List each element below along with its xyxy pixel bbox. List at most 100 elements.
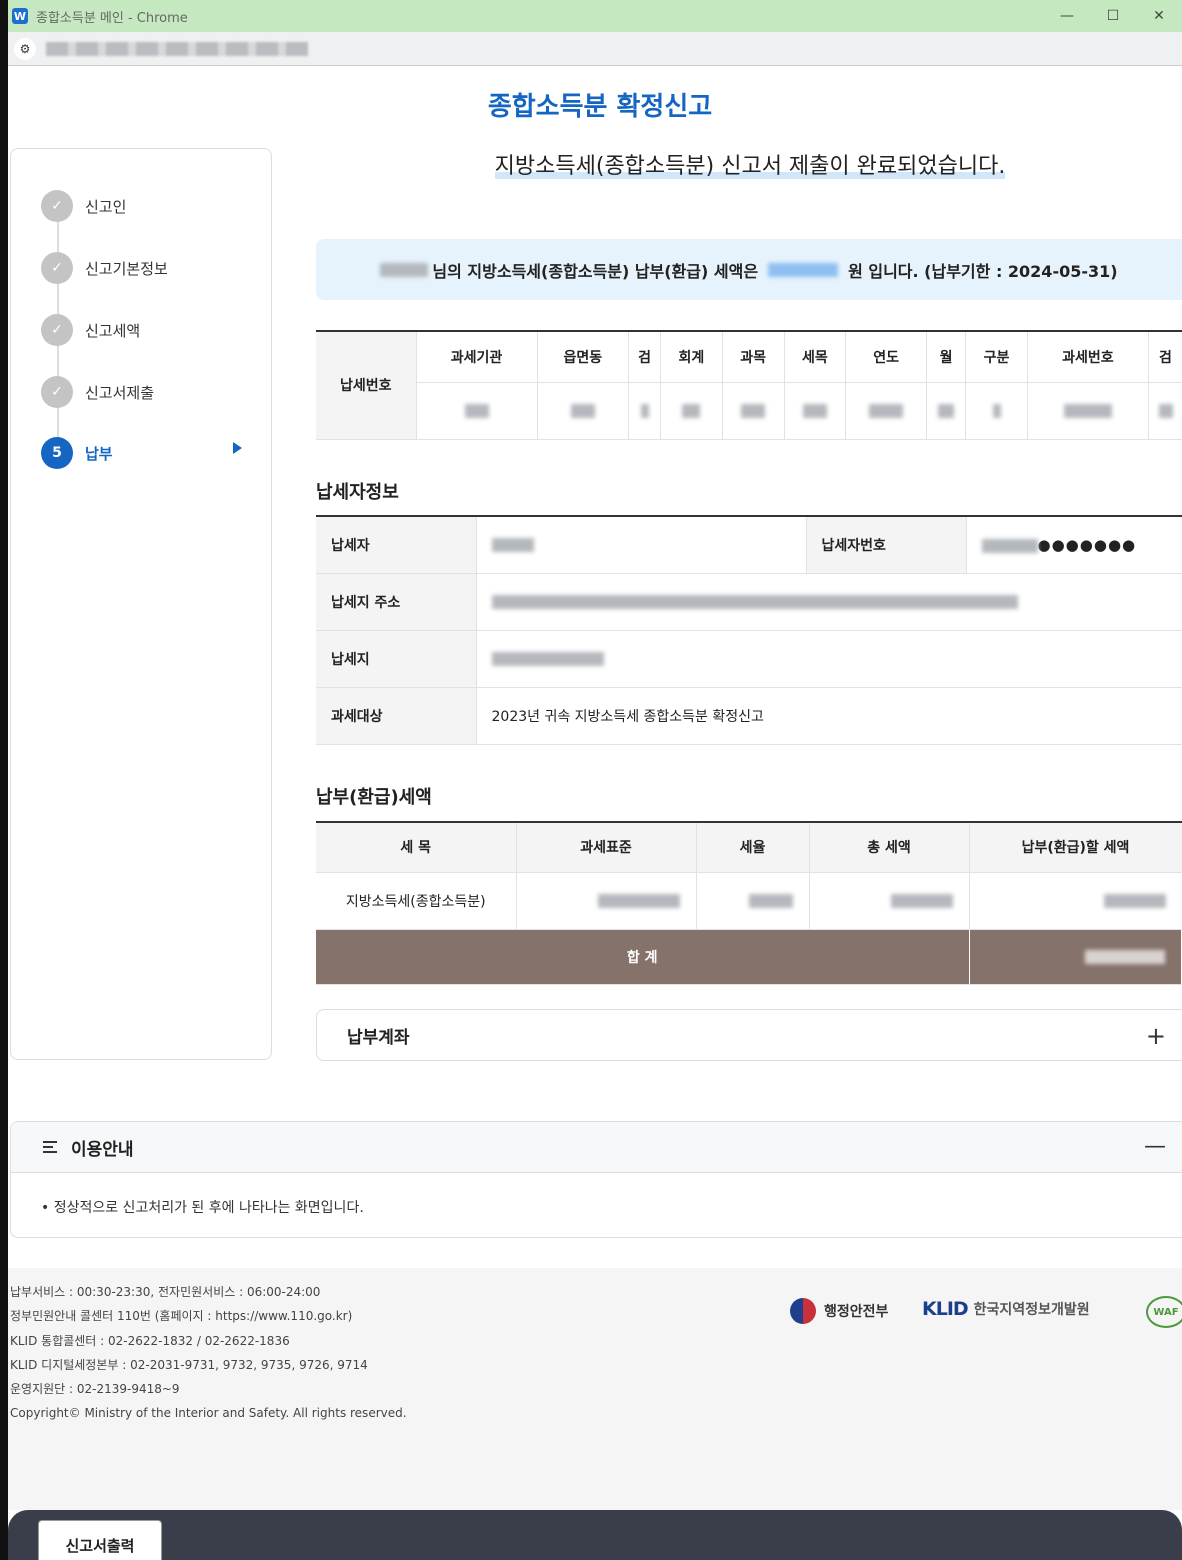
maximize-icon[interactable]: ☐ bbox=[1090, 0, 1136, 32]
col-header: 검 bbox=[628, 331, 662, 383]
klid-logo[interactable]: KLID 한국지역정보개발원 bbox=[922, 1298, 1090, 1320]
play-arrow-icon bbox=[233, 442, 242, 454]
tax-item-name: 지방소득세(종합소득분) bbox=[316, 872, 517, 930]
klid-mark: KLID bbox=[922, 1298, 969, 1320]
masked-cell bbox=[537, 382, 630, 440]
check-icon: ✓ bbox=[41, 252, 73, 284]
step-label: 신고인 bbox=[85, 197, 127, 216]
payer-info-table: 납세자 납세자번호 ●●●●●●● 납세지 주소 납세지 과세대상 2023년 … bbox=[316, 515, 1182, 745]
minimize-icon[interactable]: — bbox=[1044, 0, 1090, 32]
masked-digits: ●●●●●●● bbox=[1037, 535, 1137, 554]
expand-icon[interactable]: + bbox=[1146, 1022, 1166, 1050]
window-controls: — ☐ ✕ bbox=[1044, 0, 1182, 32]
mois-logo[interactable]: 행정안전부 bbox=[790, 1298, 888, 1324]
payer-number-value: ●●●●●●● bbox=[966, 516, 1182, 574]
tax-target-label: 과세대상 bbox=[316, 687, 477, 745]
col-header: 과목 bbox=[722, 331, 785, 383]
col-header: 과세기관 bbox=[416, 331, 538, 383]
mois-name: 행정안전부 bbox=[824, 1304, 889, 1320]
step-label: 신고기본정보 bbox=[85, 259, 168, 278]
masked-cell bbox=[1027, 382, 1150, 440]
guide-list-icon bbox=[43, 1139, 63, 1155]
amount-table: 세 목 과세표준 세율 총 세액 납부(환급)할 세액 지방소득세(종합소득분)… bbox=[316, 821, 1182, 985]
check-icon: ✓ bbox=[41, 314, 73, 346]
usage-guide-header[interactable]: 이용안내 — bbox=[11, 1122, 1182, 1173]
guide-item: • 정상적으로 신고처리가 된 후에 나타나는 화면입니다. bbox=[41, 1200, 364, 1216]
close-icon[interactable]: ✕ bbox=[1136, 0, 1182, 32]
col-header: 월 bbox=[926, 331, 967, 383]
window-edge bbox=[0, 0, 8, 1560]
col-header: 총 세액 bbox=[809, 822, 970, 873]
masked-cell bbox=[628, 382, 662, 440]
window-titlebar: W 종합소득분 메인 - Chrome — ☐ ✕ bbox=[8, 0, 1182, 32]
col-header: 과세표준 bbox=[516, 822, 697, 873]
masked-cell bbox=[516, 872, 697, 930]
account-label: 납부계좌 bbox=[347, 1027, 410, 1048]
masked-amount bbox=[768, 262, 839, 277]
tax-location-label: 납세지 bbox=[316, 630, 477, 688]
check-icon: ✓ bbox=[41, 376, 73, 408]
masked-cell bbox=[1148, 382, 1182, 440]
notice-text-b: 원 입니다. (납부기한 : 2024-05-31) bbox=[848, 261, 1118, 281]
payment-account-accordion[interactable]: 납부계좌 + bbox=[316, 1009, 1182, 1061]
step-label: 신고서제출 bbox=[85, 383, 155, 402]
waf-badge-icon: WAF bbox=[1146, 1296, 1182, 1328]
page-subtitle: 지방소득세(종합소득분) 신고서 제출이 완료되었습니다. bbox=[400, 148, 1100, 180]
app-icon: W bbox=[12, 8, 28, 24]
klid-name: 한국지역정보개발원 bbox=[973, 1302, 1090, 1318]
col-header: 회계 bbox=[660, 331, 723, 383]
step-item-2[interactable]: ✓ 신고기본정보 bbox=[41, 251, 168, 285]
footer-line: 납부서비스 : 00:30-23:30, 전자민원서비스 : 06:00-24:… bbox=[10, 1285, 321, 1299]
col-header: 납부(환급)할 세액 bbox=[969, 822, 1182, 873]
url-field[interactable] bbox=[46, 41, 308, 56]
footer-info: 납부서비스 : 00:30-23:30, 전자민원서비스 : 06:00-24:… bbox=[10, 1280, 407, 1426]
total-label: 합 계 bbox=[316, 929, 970, 985]
payer-section-heading: 납세자정보 bbox=[316, 482, 399, 503]
masked-cell bbox=[660, 382, 723, 440]
tax-target-value: 2023년 귀속 지방소득세 종합소득분 확정신고 bbox=[476, 687, 1182, 745]
amount-section-heading: 납부(환급)세액 bbox=[316, 787, 432, 808]
masked-cell bbox=[722, 382, 785, 440]
masked-name bbox=[380, 262, 429, 277]
col-header: 읍면동 bbox=[537, 331, 630, 383]
check-icon: ✓ bbox=[41, 190, 73, 222]
masked-cell bbox=[696, 872, 810, 930]
step-number: 5 bbox=[41, 437, 73, 469]
masked-cell bbox=[784, 382, 847, 440]
notice-text-a: 님의 지방소득세(종합소득분) 납부(환급) 세액은 bbox=[432, 261, 759, 281]
window-title: 종합소득분 메인 - Chrome bbox=[36, 10, 188, 26]
address-label: 납세지 주소 bbox=[316, 573, 477, 631]
footer-line: 정부민원안내 콜센터 110번 (홈페이지 : https://www.110.… bbox=[10, 1309, 353, 1324]
bottom-action-bar: 신고서출력 bbox=[8, 1510, 1182, 1560]
address-bar: ⚙ bbox=[8, 32, 1182, 66]
tax-location-value bbox=[476, 630, 1182, 688]
step-sidebar: ✓ 신고인 ✓ 신고기본정보 ✓ 신고세액 ✓ 신고서제출 5 납부 bbox=[10, 148, 272, 1060]
step-item-4[interactable]: ✓ 신고서제출 bbox=[41, 375, 154, 409]
taegeuk-icon bbox=[790, 1298, 816, 1324]
step-item-1[interactable]: ✓ 신고인 bbox=[41, 189, 126, 223]
masked-cell bbox=[416, 382, 538, 440]
step-item-5[interactable]: 5 납부 bbox=[41, 436, 113, 470]
site-settings-icon[interactable]: ⚙ bbox=[14, 37, 36, 60]
payment-notice: 님의 지방소득세(종합소득분) 납부(환급) 세액은 원 입니다. (납부기한 … bbox=[316, 239, 1182, 300]
collapse-icon[interactable]: — bbox=[1144, 1134, 1166, 1159]
total-value bbox=[969, 929, 1182, 985]
payer-label: 납세자 bbox=[316, 516, 477, 574]
payer-number-label: 납세자번호 bbox=[806, 516, 967, 574]
col-header: 과세번호 bbox=[1027, 331, 1150, 383]
masked-cell bbox=[809, 872, 970, 930]
masked-cell bbox=[965, 382, 1028, 440]
step-label: 납부 bbox=[85, 444, 113, 463]
usage-guide-panel: 이용안내 — • 정상적으로 신고처리가 된 후에 나타나는 화면입니다. bbox=[10, 1121, 1182, 1238]
step-item-3[interactable]: ✓ 신고세액 bbox=[41, 313, 140, 347]
tax-number-table: 납세번호 과세기관 읍면동 검 회계 과목 세목 연도 월 구분 과세번호 검 bbox=[316, 330, 1182, 440]
print-report-button[interactable]: 신고서출력 bbox=[38, 1520, 162, 1560]
col-header: 세율 bbox=[696, 822, 810, 873]
col-header: 검 bbox=[1148, 331, 1182, 383]
address-value bbox=[476, 573, 1182, 631]
masked-cell bbox=[845, 382, 927, 440]
footer-line: Copyright© Ministry of the Interior and … bbox=[10, 1406, 407, 1421]
col-header: 세 목 bbox=[316, 822, 517, 873]
subtitle-text: 지방소득세(종합소득분) 신고서 제출이 완료되었습니다. bbox=[494, 154, 1006, 179]
page-title: 종합소득분 확정신고 bbox=[487, 92, 713, 122]
